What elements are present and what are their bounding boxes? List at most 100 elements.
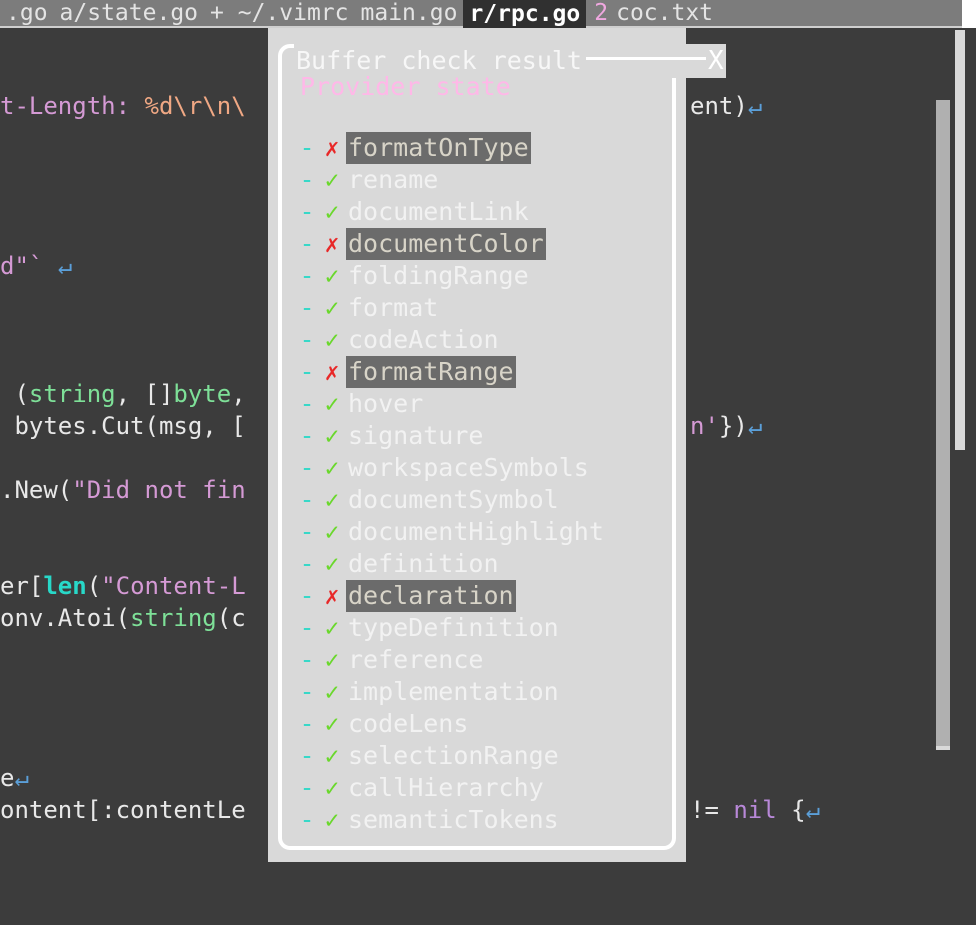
provider-item[interactable]: - ✓ format <box>296 292 684 324</box>
bullet-dash-icon: - <box>299 229 315 258</box>
check-icon: ✓ <box>324 390 340 418</box>
code-token: ↵ <box>14 764 29 792</box>
editor-scrollbar[interactable] <box>955 30 965 450</box>
check-icon: ✓ <box>324 422 340 450</box>
code-token: != <box>690 796 734 824</box>
provider-item[interactable]: - ✓ rename <box>296 164 684 196</box>
bullet-dash-icon: - <box>299 485 315 514</box>
provider-item[interactable]: - ✓ reference <box>296 644 684 676</box>
check-icon: ✓ <box>324 710 340 738</box>
check-icon: ✓ <box>324 294 340 322</box>
code-token: ↵ <box>747 92 763 120</box>
bullet-dash-icon: - <box>299 549 315 578</box>
provider-item[interactable]: - ✓ documentSymbol <box>296 484 684 516</box>
bullet-dash-icon: - <box>299 357 315 386</box>
provider-name: selectionRange <box>348 741 559 770</box>
code-token: byte <box>173 380 232 408</box>
check-icon: ✓ <box>324 550 340 578</box>
tab-r-rpc-go[interactable]: r/rpc.go <box>463 0 587 28</box>
tab-main-go[interactable]: main.go <box>354 0 464 28</box>
bullet-dash-icon: - <box>299 293 315 322</box>
provider-name: rename <box>348 165 439 194</box>
code-token: n <box>690 412 705 440</box>
provider-item[interactable]: - ✗ formatRange <box>296 356 684 388</box>
provider-item[interactable]: - ✓ codeAction <box>296 324 684 356</box>
provider-item[interactable]: - ✓ documentLink <box>296 196 684 228</box>
provider-item[interactable]: - ✗ documentColor <box>296 228 684 260</box>
provider-item[interactable]: - ✓ definition <box>296 548 684 580</box>
code-token: , [] <box>115 380 174 408</box>
code-token: \ <box>231 92 246 120</box>
provider-item[interactable]: - ✓ implementation <box>296 676 684 708</box>
tab-change-count: 2 <box>594 0 609 26</box>
tab-a-state-go[interactable]: a/state.go <box>53 0 205 28</box>
provider-item[interactable]: - ✓ workspaceSymbols <box>296 452 684 484</box>
bullet-dash-icon: - <box>299 197 315 226</box>
provider-name: declaration <box>346 580 516 612</box>
code-token: len <box>43 572 87 600</box>
check-icon: ✓ <box>324 486 340 514</box>
tab-label: r/rpc.go <box>469 1 581 27</box>
code-line: != nil {↵ <box>690 794 820 826</box>
provider-name: codeAction <box>348 325 499 354</box>
check-icon: ✓ <box>324 806 340 834</box>
provider-item[interactable]: - ✓ documentHighlight <box>296 516 684 548</box>
cross-icon: ✗ <box>324 358 340 386</box>
close-icon[interactable]: X <box>708 46 724 76</box>
code-token: \n <box>202 92 232 120</box>
provider-item[interactable]: - ✓ callHierarchy <box>296 772 684 804</box>
code-token: e <box>0 764 15 792</box>
code-token: ↵ <box>747 412 763 440</box>
check-icon: ✓ <box>324 198 340 226</box>
popup-scrollbar-track[interactable] <box>936 100 950 750</box>
code-token: d" <box>0 252 29 280</box>
code-line: n'})↵ <box>690 410 762 442</box>
provider-item[interactable]: - ✓ signature <box>296 420 684 452</box>
code-token: "Did not fin <box>72 476 246 504</box>
cross-icon: ✗ <box>324 230 340 258</box>
bullet-dash-icon: - <box>299 517 315 546</box>
provider-name: typeDefinition <box>348 613 559 642</box>
bullet-dash-icon: - <box>299 133 315 162</box>
bullet-dash-icon: - <box>299 613 315 642</box>
bullet-dash-icon: - <box>299 677 315 706</box>
popup-scrollbar-thumb[interactable] <box>936 100 950 746</box>
provider-state-heading: Provider state <box>300 72 511 101</box>
provider-item[interactable]: - ✗ declaration <box>296 580 684 612</box>
code-token: ↵ <box>805 796 821 824</box>
code-token: string <box>28 380 116 408</box>
provider-name: hover <box>348 389 424 418</box>
provider-name: documentColor <box>346 228 546 260</box>
provider-item[interactable]: - ✓ foldingRange <box>296 260 684 292</box>
bullet-dash-icon: - <box>299 741 315 770</box>
tab-vimrc[interactable]: + ~/.vimrc <box>204 0 355 28</box>
provider-item[interactable]: - ✓ hover <box>296 388 684 420</box>
tab-coc-txt[interactable]: 2 coc.txt <box>586 0 720 28</box>
provider-name: format <box>348 293 439 322</box>
provider-item[interactable]: - ✗ formatOnType <box>296 132 684 164</box>
check-icon: ✓ <box>324 262 340 290</box>
check-icon: ✓ <box>324 614 340 642</box>
code-token: ( <box>86 572 102 600</box>
code-token: t-Length: <box>0 92 145 120</box>
check-icon: ✓ <box>324 326 340 354</box>
bullet-dash-icon: - <box>299 325 315 354</box>
code-token: bytes.Cut(msg, [ <box>0 412 246 440</box>
provider-item[interactable]: - ✓ typeDefinition <box>296 612 684 644</box>
code-line: e↵ <box>0 762 29 794</box>
tabline-filler <box>719 0 962 28</box>
provider-item[interactable]: - ✓ semanticTokens <box>296 804 684 836</box>
bullet-dash-icon: - <box>299 421 315 450</box>
provider-item[interactable]: - ✓ codeLens <box>296 708 684 740</box>
code-token: ' <box>704 412 719 440</box>
tab-label: .go <box>6 0 48 26</box>
popup-body: Provider state - ✗ formatOnType - ✓ rename - ✓ d… <box>296 70 684 864</box>
provider-name: documentSymbol <box>348 485 559 514</box>
cross-icon: ✗ <box>324 582 340 610</box>
provider-name: documentHighlight <box>348 517 604 546</box>
code-token: ent) <box>690 92 748 120</box>
check-icon: ✓ <box>324 678 340 706</box>
tab-go[interactable]: .go <box>0 0 54 28</box>
provider-item[interactable]: - ✓ selectionRange <box>296 740 684 772</box>
code-token: nil <box>733 796 777 824</box>
